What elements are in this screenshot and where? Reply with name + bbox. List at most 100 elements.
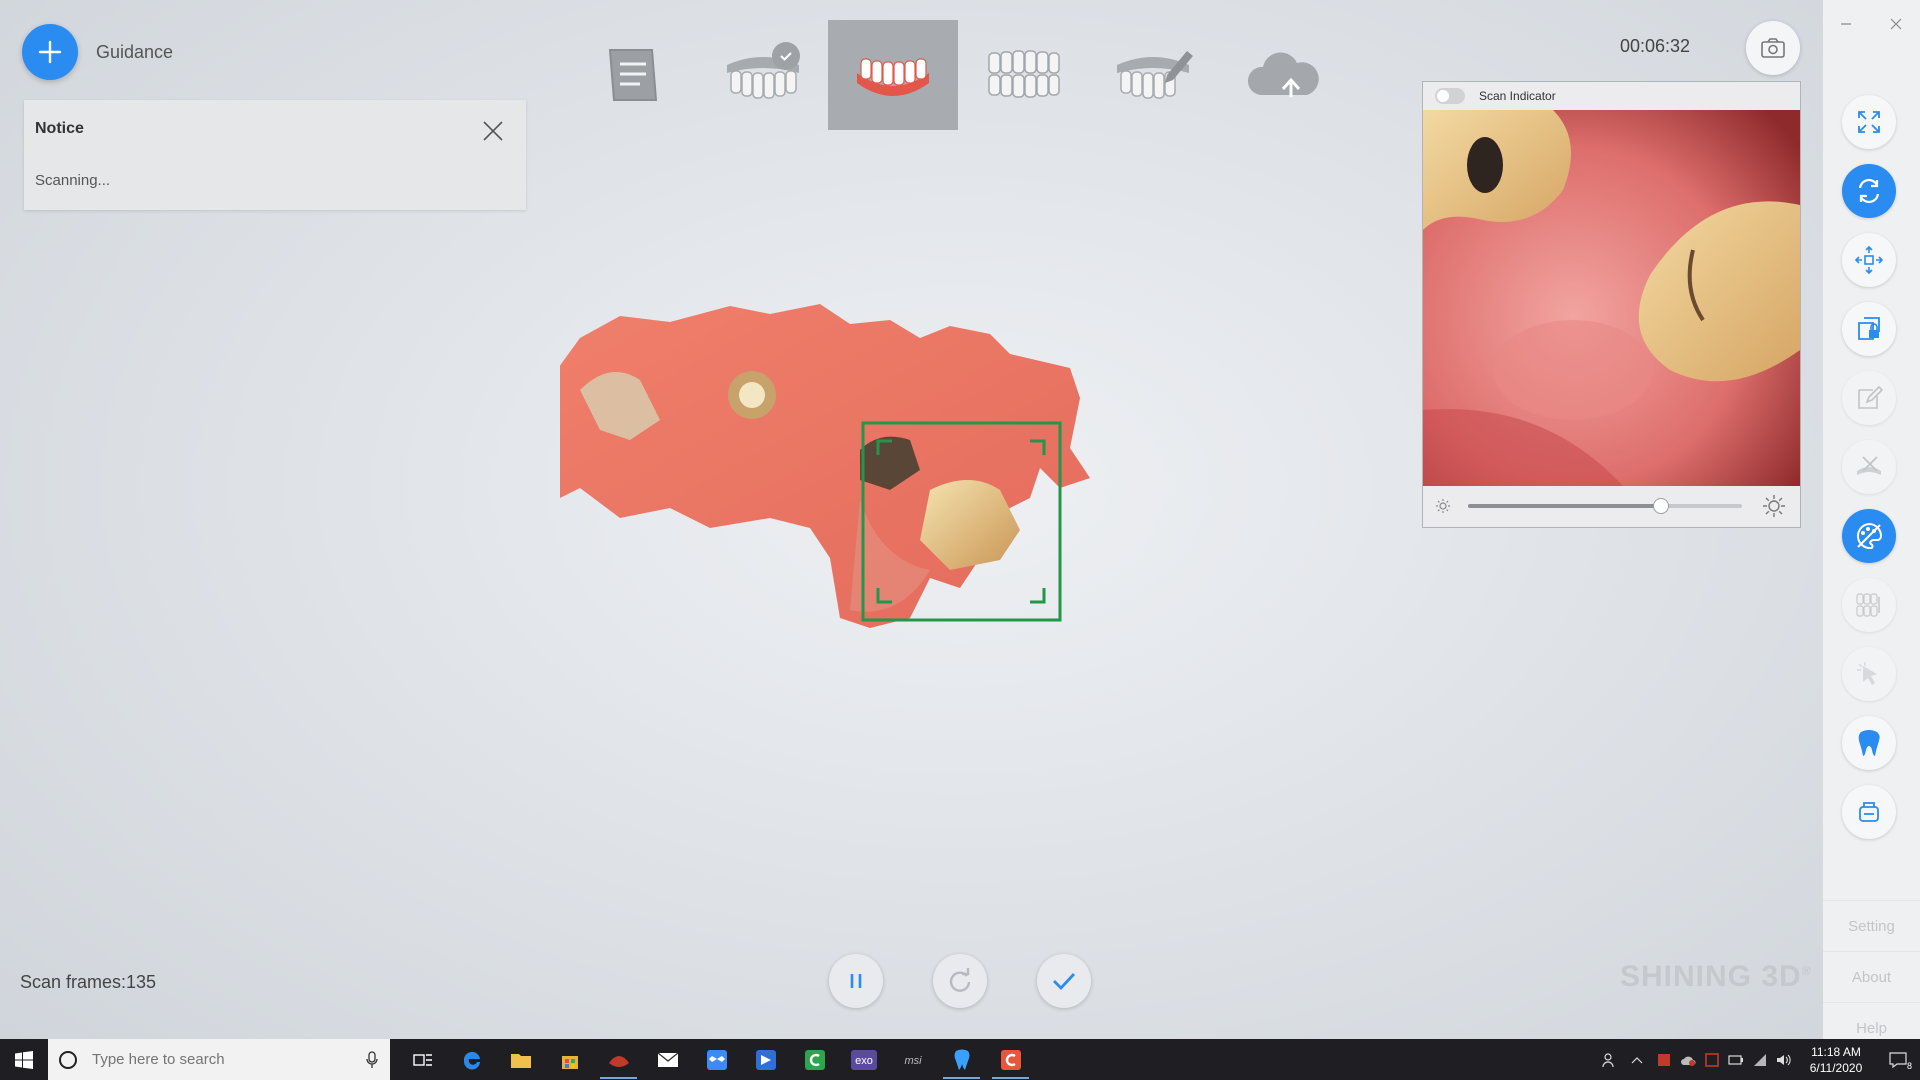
step-lower-jaw[interactable] — [828, 20, 958, 130]
brightness-slider-thumb[interactable] — [1652, 498, 1669, 514]
scan-indicator-header: Scan Indicator — [1423, 82, 1800, 110]
windows-logo-icon — [15, 1050, 33, 1069]
edit-jaw-icon — [1117, 51, 1193, 99]
live-camera-view — [1423, 110, 1800, 486]
minimize-button[interactable] — [1836, 14, 1856, 34]
taskbar-search[interactable] — [48, 1039, 390, 1080]
pause-icon — [850, 974, 862, 988]
chevron-up-icon[interactable] — [1622, 1039, 1652, 1080]
battery-icon[interactable] — [1724, 1039, 1748, 1080]
step-upper-jaw[interactable] — [698, 20, 828, 130]
notice-title: Notice — [35, 120, 84, 137]
people-icon[interactable] — [1598, 1039, 1622, 1080]
camera-icon — [1761, 38, 1785, 58]
brand-logo: SHINING 3D® — [1620, 960, 1812, 993]
window-close-button[interactable] — [1886, 14, 1906, 34]
microphone-icon[interactable] — [366, 1050, 378, 1069]
lock-area-icon — [1858, 317, 1880, 340]
taskbar-clock[interactable]: 11:18 AM 6/11/2020 — [1796, 1044, 1876, 1076]
texture-button[interactable] — [1842, 509, 1896, 563]
guidance: Guidance — [22, 24, 173, 80]
tray-red-icon[interactable] — [1700, 1039, 1724, 1080]
notification-count: 8 — [1906, 1061, 1912, 1071]
scan-controls — [829, 954, 1091, 1008]
brightness-control — [1423, 486, 1800, 527]
file-explorer-icon[interactable] — [496, 1039, 545, 1080]
occlusion-button[interactable] — [1842, 578, 1896, 632]
camtasia-icon[interactable] — [790, 1039, 839, 1080]
edit-button[interactable] — [1842, 371, 1896, 425]
scanner-icon — [1859, 802, 1879, 822]
notice-close-button[interactable] — [478, 116, 508, 146]
volume-icon[interactable] — [1772, 1039, 1796, 1080]
workflow-steps — [568, 20, 1348, 130]
select-button[interactable] — [1842, 647, 1896, 701]
guidance-add-button[interactable] — [22, 24, 78, 80]
scan-timer: 00:06:32 — [1620, 36, 1691, 56]
pan-view-button[interactable] — [1842, 233, 1896, 287]
scanner-settings-button[interactable] — [1842, 785, 1896, 839]
pause-button[interactable] — [829, 954, 883, 1008]
svg-text:exo: exo — [855, 1055, 873, 1067]
minimize-icon — [1841, 23, 1851, 25]
plus-icon — [38, 40, 62, 64]
palette-icon — [1857, 522, 1882, 550]
step-order-info[interactable] — [568, 20, 698, 130]
tooth-button[interactable] — [1842, 716, 1896, 770]
check-icon — [1053, 973, 1076, 991]
close-icon — [483, 121, 503, 141]
fit-view-button[interactable] — [1842, 95, 1896, 149]
svg-text:msi: msi — [904, 1055, 922, 1067]
about-link[interactable]: About — [1823, 951, 1920, 1002]
rotate-view-button[interactable] — [1842, 164, 1896, 218]
expand-icon — [1858, 111, 1880, 133]
app-orange-icon[interactable] — [986, 1039, 1035, 1080]
cortana-icon — [59, 1050, 77, 1069]
mail-icon[interactable] — [643, 1039, 692, 1080]
cloud-upload-icon — [1247, 52, 1319, 97]
rescan-button[interactable] — [933, 954, 987, 1008]
start-button[interactable] — [0, 1039, 48, 1080]
edge-icon[interactable] — [447, 1039, 496, 1080]
scan-model-view[interactable] — [560, 270, 1160, 690]
dental-scan-icon[interactable] — [937, 1039, 986, 1080]
store-icon[interactable] — [545, 1039, 594, 1080]
rotate-icon — [1858, 178, 1880, 204]
confirm-button[interactable] — [1037, 954, 1091, 1008]
search-input[interactable] — [90, 1050, 354, 1069]
step-complete-check-icon — [772, 42, 800, 70]
wifi-icon[interactable] — [1748, 1039, 1772, 1080]
notice-panel: Notice Scanning... — [24, 100, 526, 210]
exo-icon[interactable]: exo — [839, 1039, 888, 1080]
dropbox-icon[interactable] — [692, 1039, 741, 1080]
cloud-sync-icon[interactable] — [1676, 1039, 1700, 1080]
brightness-slider[interactable] — [1468, 498, 1742, 514]
notification-center-icon[interactable]: 8 — [1876, 1039, 1920, 1080]
tooth-icon — [1858, 730, 1880, 756]
close-icon — [1890, 18, 1902, 30]
screenshot-button[interactable] — [1746, 21, 1800, 75]
scan-frames-count: Scan frames:135 — [20, 972, 157, 992]
msi-icon[interactable]: msi — [888, 1039, 937, 1080]
refresh-icon — [949, 968, 971, 992]
setting-link[interactable]: Setting — [1823, 900, 1920, 951]
clock-time: 11:18 AM — [1811, 1044, 1861, 1059]
task-view-icon[interactable] — [398, 1039, 447, 1080]
trim-icon — [1857, 456, 1881, 475]
step-bite[interactable] — [958, 20, 1088, 130]
step-upload[interactable] — [1218, 20, 1348, 130]
lock-region-button[interactable] — [1842, 302, 1896, 356]
system-tray: 11:18 AM 6/11/2020 8 — [1598, 1039, 1920, 1080]
tray-app-icon[interactable] — [1652, 1039, 1676, 1080]
trim-button[interactable] — [1842, 440, 1896, 494]
side-links: Setting About Help — [1823, 900, 1920, 1053]
bite-icon — [988, 50, 1060, 98]
scan-indicator-toggle[interactable] — [1435, 88, 1465, 104]
scan-indicator-title: Scan Indicator — [1479, 89, 1556, 103]
remote-icon[interactable] — [741, 1039, 790, 1080]
step-edit[interactable] — [1088, 20, 1218, 130]
app-red-icon[interactable] — [594, 1039, 643, 1080]
cursor-icon — [1857, 662, 1877, 685]
document-icon — [608, 49, 658, 101]
windows-taskbar: exo msi 11:18 AM 6/11/2020 8 — [0, 1039, 1920, 1080]
